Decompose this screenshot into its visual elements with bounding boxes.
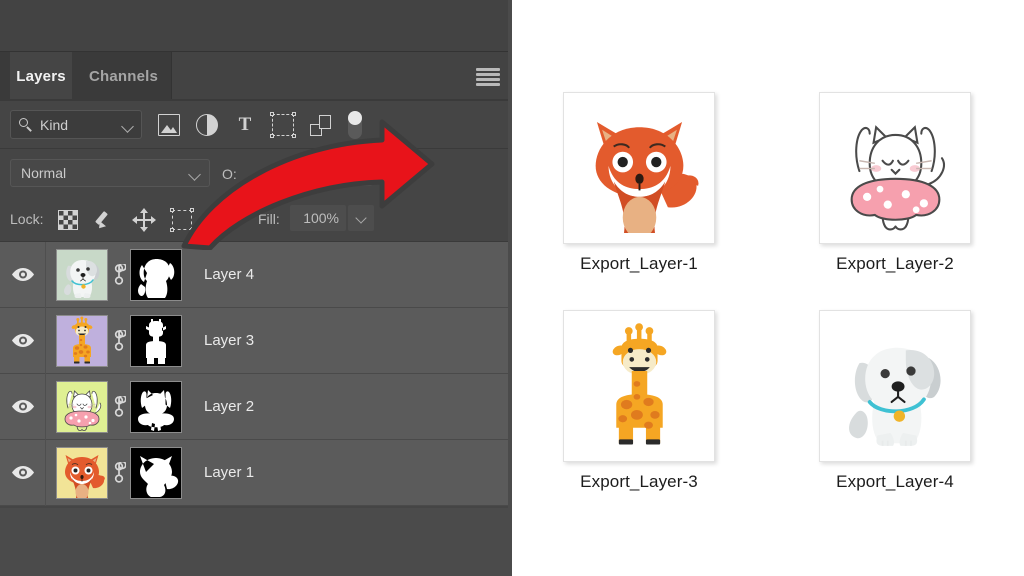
search-icon	[19, 117, 33, 132]
filter-toggle-switch[interactable]	[348, 111, 362, 139]
chevron-down-icon	[188, 168, 201, 181]
layer-thumbnail[interactable]	[56, 314, 108, 367]
blend-mode-row: Normal O: 100%	[0, 149, 512, 197]
panel-tab-strip: Layers Channels	[0, 52, 513, 100]
export-file-item[interactable]: Export_Layer-3	[562, 310, 716, 492]
panel-top-gap	[0, 0, 512, 52]
layer-row[interactable]: Layer 3	[0, 307, 512, 374]
layer-name: Layer 2	[204, 398, 255, 415]
lock-transparency-icon[interactable]	[58, 210, 78, 230]
export-file-item[interactable]: Export_Layer-1	[562, 92, 716, 274]
lock-artboard-icon[interactable]	[170, 208, 194, 232]
layer-visibility-toggle[interactable]	[0, 373, 46, 440]
opacity-value[interactable]: 100%	[288, 160, 344, 186]
smart-object-filter-icon[interactable]	[310, 114, 332, 136]
opacity-stepper[interactable]	[346, 160, 372, 186]
mask-link-icon[interactable]	[108, 315, 130, 367]
kind-filter-label: Kind	[40, 116, 69, 133]
layer-mask-thumbnail[interactable]	[130, 248, 182, 301]
lock-all-icon[interactable]	[210, 210, 230, 230]
lock-pixels-icon[interactable]	[96, 210, 116, 230]
filter-type-icons: T	[158, 110, 362, 140]
tab-channels[interactable]: Channels	[76, 52, 171, 100]
panel-empty-area	[0, 508, 512, 576]
layer-thumbnail[interactable]	[56, 380, 108, 433]
export-file-label: Export_Layer-2	[836, 254, 954, 273]
layer-filter-row: Kind T	[0, 102, 512, 148]
layer-row[interactable]: Layer 2	[0, 373, 512, 440]
adjustment-filter-icon[interactable]	[196, 114, 218, 136]
tab-strip-filler	[171, 52, 513, 100]
fill-stepper[interactable]	[348, 205, 374, 231]
layer-name: Layer 3	[204, 332, 255, 349]
mask-link-icon[interactable]	[108, 249, 130, 301]
layer-mask-thumbnail[interactable]	[130, 446, 182, 499]
export-file-label: Export_Layer-3	[580, 472, 698, 491]
eye-icon	[11, 333, 35, 348]
layer-thumbnail[interactable]	[56, 446, 108, 499]
opacity-label: O:	[222, 166, 237, 182]
layer-row[interactable]: Layer 1	[0, 439, 512, 506]
export-thumbnail[interactable]	[819, 92, 971, 244]
lock-label: Lock:	[10, 211, 44, 227]
export-file-label: Export_Layer-1	[580, 254, 698, 273]
hamburger-menu-icon[interactable]	[476, 68, 500, 86]
export-thumbnail[interactable]	[563, 92, 715, 244]
fill-label: Fill:	[258, 211, 280, 227]
layer-name: Layer 4	[204, 266, 255, 283]
layer-thumbnail[interactable]	[56, 248, 108, 301]
export-file-item[interactable]: Export_Layer-4	[818, 310, 972, 492]
layer-thumbnails	[56, 380, 182, 433]
tab-underline	[0, 99, 512, 101]
layer-mask-thumbnail[interactable]	[130, 314, 182, 367]
screenshot-root: Layers Channels Kind T Normal O: 100% Lo…	[0, 0, 1024, 576]
export-thumbnail[interactable]	[819, 310, 971, 462]
tab-layers-label: Layers	[16, 67, 66, 85]
export-file-label: Export_Layer-4	[836, 472, 954, 491]
tab-layers[interactable]: Layers	[10, 52, 72, 100]
chevron-down-icon	[121, 120, 134, 133]
export-results-area: Export_Layer-1 Export_Layer-2 Export_Layer…	[512, 0, 1024, 576]
layer-mask-thumbnail[interactable]	[130, 380, 182, 433]
mask-link-icon[interactable]	[108, 447, 130, 499]
layer-visibility-toggle[interactable]	[0, 439, 46, 506]
shape-filter-icon[interactable]	[270, 112, 296, 138]
image-filter-icon[interactable]	[158, 114, 180, 136]
export-thumbnail-grid: Export_Layer-1 Export_Layer-2 Export_Layer…	[562, 92, 972, 492]
layer-row[interactable]: Layer 4	[0, 241, 512, 308]
layer-thumbnails	[56, 446, 182, 499]
mask-link-icon[interactable]	[108, 381, 130, 433]
fill-value[interactable]: 100%	[290, 205, 346, 231]
eye-icon	[11, 465, 35, 480]
blend-mode-label: Normal	[21, 165, 67, 181]
layer-thumbnails	[56, 314, 182, 367]
layers-panel: Layers Channels Kind T Normal O: 100% Lo…	[0, 0, 513, 576]
lock-row: Lock: Fill: 100%	[0, 197, 512, 241]
export-file-item[interactable]: Export_Layer-2	[818, 92, 972, 274]
kind-filter-dropdown[interactable]: Kind	[10, 110, 142, 139]
text-filter-icon[interactable]: T	[234, 114, 256, 136]
lock-position-icon[interactable]	[132, 208, 156, 232]
export-thumbnail[interactable]	[563, 310, 715, 462]
layer-visibility-toggle[interactable]	[0, 241, 46, 308]
layer-thumbnails	[56, 248, 182, 301]
lock-icon-group	[58, 207, 230, 233]
layer-list: Layer 4 Layer 3 Layer 2 Layer 1	[0, 241, 512, 506]
tab-channels-label: Channels	[88, 67, 159, 85]
layer-visibility-toggle[interactable]	[0, 307, 46, 374]
eye-icon	[11, 399, 35, 414]
layer-name: Layer 1	[204, 464, 255, 481]
eye-icon	[11, 267, 35, 282]
blend-mode-dropdown[interactable]: Normal	[10, 159, 210, 187]
